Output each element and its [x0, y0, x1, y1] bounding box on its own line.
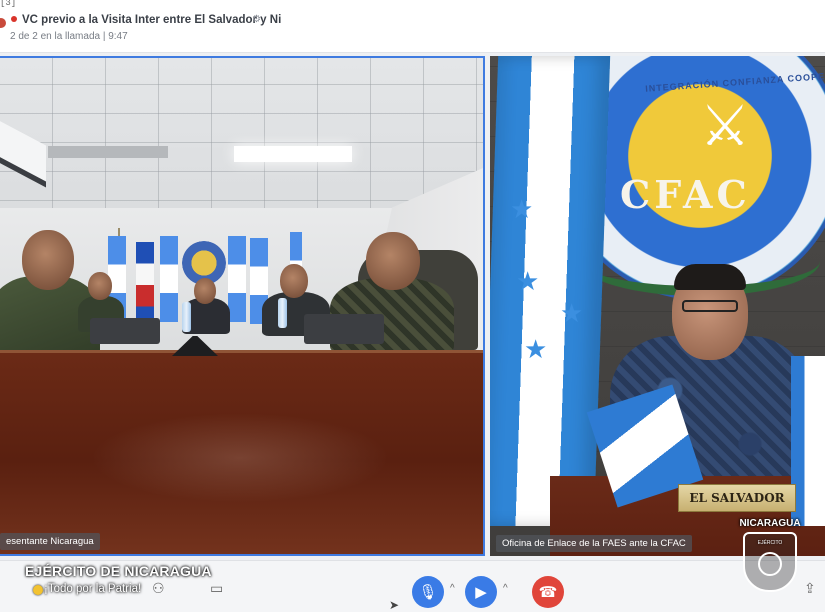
ceiling-vent — [48, 146, 168, 158]
microphone-button[interactable]: 🎙 — [412, 576, 444, 608]
ceiling-light — [234, 146, 352, 162]
person-head — [88, 272, 112, 300]
participants-icon[interactable]: ⚇ — [152, 580, 165, 597]
video-tile-el-salvador[interactable]: INTEGRACIÓN CONFIANZA COOPERACIÓN ⚔ CFAC… — [490, 56, 825, 556]
video-call-window: [3] VC previo a la Visita Inter entre El… — [0, 0, 825, 612]
nameplate: EL SALVADOR — [678, 484, 796, 512]
microphone-icon: 🎙 — [418, 584, 438, 601]
tab-stub: [3] — [0, 0, 17, 8]
person-head — [194, 278, 216, 304]
badge-title: NICARAGUA — [739, 518, 801, 529]
recording-dot-icon — [11, 16, 17, 22]
flag — [160, 236, 178, 322]
camera-button[interactable]: ▶ — [465, 576, 497, 608]
laptop — [304, 314, 384, 344]
water-bottle — [182, 302, 191, 332]
meeting-status: 2 de 2 en la llamada | 9:47 — [10, 31, 128, 42]
watermark-dot-icon — [33, 585, 43, 595]
gear-icon[interactable]: ⚙ — [252, 14, 261, 25]
chevron-up-icon[interactable]: ^ — [503, 583, 508, 594]
captions-icon[interactable]: ▭ — [210, 580, 223, 597]
mouse-cursor-icon: ➤ — [389, 598, 400, 612]
person-head — [366, 232, 420, 290]
share-icon[interactable]: ⇪ — [804, 580, 816, 597]
seal-name: CFAC — [620, 172, 751, 217]
seal-figure-icon: ⚔ — [699, 94, 751, 157]
meeting-title[interactable]: VC previo a la Visita Inter entre El Sal… — [22, 14, 281, 26]
flag — [228, 236, 246, 322]
glasses-icon — [682, 300, 738, 312]
meeting-header: [3] VC previo a la Visita Inter entre El… — [0, 0, 825, 53]
honduras-flag — [490, 56, 611, 526]
water-bottle — [278, 298, 287, 328]
laptop — [90, 318, 160, 344]
star-icon: ★ — [516, 266, 540, 296]
app-icon — [0, 18, 6, 28]
star-icon: ★ — [524, 334, 548, 364]
person-head — [22, 230, 74, 290]
participant-label-right: Oficina de Enlace de la FAES ante la CFA… — [496, 535, 692, 552]
camera-icon: ▶ — [475, 584, 487, 601]
flag-edge — [791, 356, 825, 526]
star-icon: ★ — [510, 194, 534, 224]
participant-label-left: esentante Nicaragua — [0, 533, 100, 550]
officer-hair — [674, 264, 746, 290]
army-badge: NICARAGUA EJÉRCITO — [737, 518, 803, 598]
star-icon: ★ — [560, 298, 584, 328]
badge-text: EJÉRCITO — [757, 540, 783, 546]
video-tile-nicaragua[interactable]: esentante Nicaragua — [0, 56, 485, 556]
flag — [136, 242, 154, 328]
watermark-title: EJÉRCITO DE NICARAGUA — [25, 563, 212, 579]
chevron-up-icon[interactable]: ^ — [450, 583, 455, 594]
person-head — [280, 264, 308, 298]
phone-hangup-icon: ☎ — [538, 584, 558, 601]
watermark-slogan: ¡Todo por la Patria! — [44, 583, 142, 595]
conference-table — [0, 350, 483, 554]
badge-emblem-icon — [758, 552, 782, 576]
hang-up-button[interactable]: ☎ — [532, 576, 564, 608]
